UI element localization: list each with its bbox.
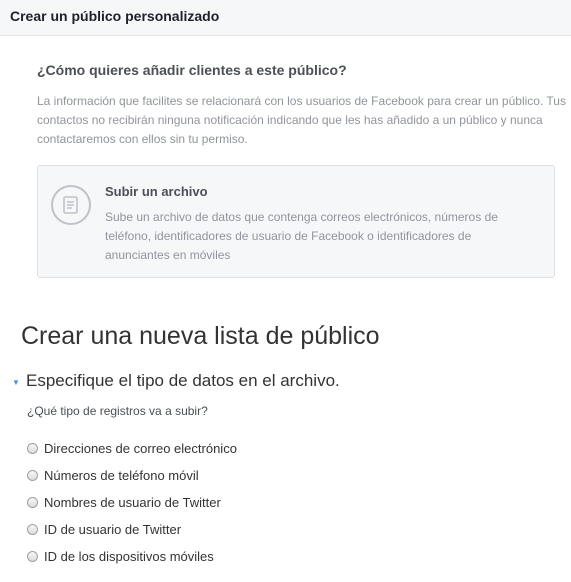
option-twitter-username[interactable]: Nombres de usuario de Twitter [27, 489, 237, 516]
radio-twitter-username[interactable] [27, 497, 38, 508]
upload-file-title: Subir un archivo [105, 184, 208, 199]
option-twitter-id[interactable]: ID de usuario de Twitter [27, 516, 237, 543]
option-phone[interactable]: Números de teléfono móvil [27, 462, 237, 489]
option-email[interactable]: Direcciones de correo electrónico [27, 435, 237, 462]
option-label-twitter-username: Nombres de usuario de Twitter [44, 495, 221, 510]
collapse-triangle-icon[interactable]: ▼ [12, 378, 20, 387]
dialog-title: Crear un público personalizado [10, 8, 220, 24]
radio-mobile-device-id[interactable] [27, 551, 38, 562]
new-list-heading: Crear una nueva lista de público [21, 322, 380, 350]
upload-file-description: Sube un archivo de datos que contenga co… [105, 210, 498, 262]
option-label-mobile-device-id: ID de los dispositivos móviles [44, 549, 214, 564]
dialog-header: Crear un público personalizado [0, 0, 571, 36]
radio-email[interactable] [27, 443, 38, 454]
document-list-icon [51, 185, 91, 225]
record-type-options: Direcciones de correo electrónico Número… [27, 435, 237, 570]
section-question: ¿Cómo quieres añadir clientes a este púb… [37, 62, 347, 78]
info-text: La información que facilites se relacion… [37, 94, 566, 146]
record-type-prompt: ¿Qué tipo de registros va a subir? [27, 404, 208, 418]
radio-twitter-id[interactable] [27, 524, 38, 535]
option-mobile-device-id[interactable]: ID de los dispositivos móviles [27, 543, 237, 570]
option-label-twitter-id: ID de usuario de Twitter [44, 522, 182, 537]
radio-phone[interactable] [27, 470, 38, 481]
option-label-phone: Números de teléfono móvil [44, 468, 199, 483]
upload-file-option[interactable]: Subir un archivo Sube un archivo de dato… [37, 165, 555, 278]
data-type-subheading[interactable]: Especifique el tipo de datos en el archi… [26, 371, 340, 391]
option-label-email: Direcciones de correo electrónico [44, 441, 237, 456]
